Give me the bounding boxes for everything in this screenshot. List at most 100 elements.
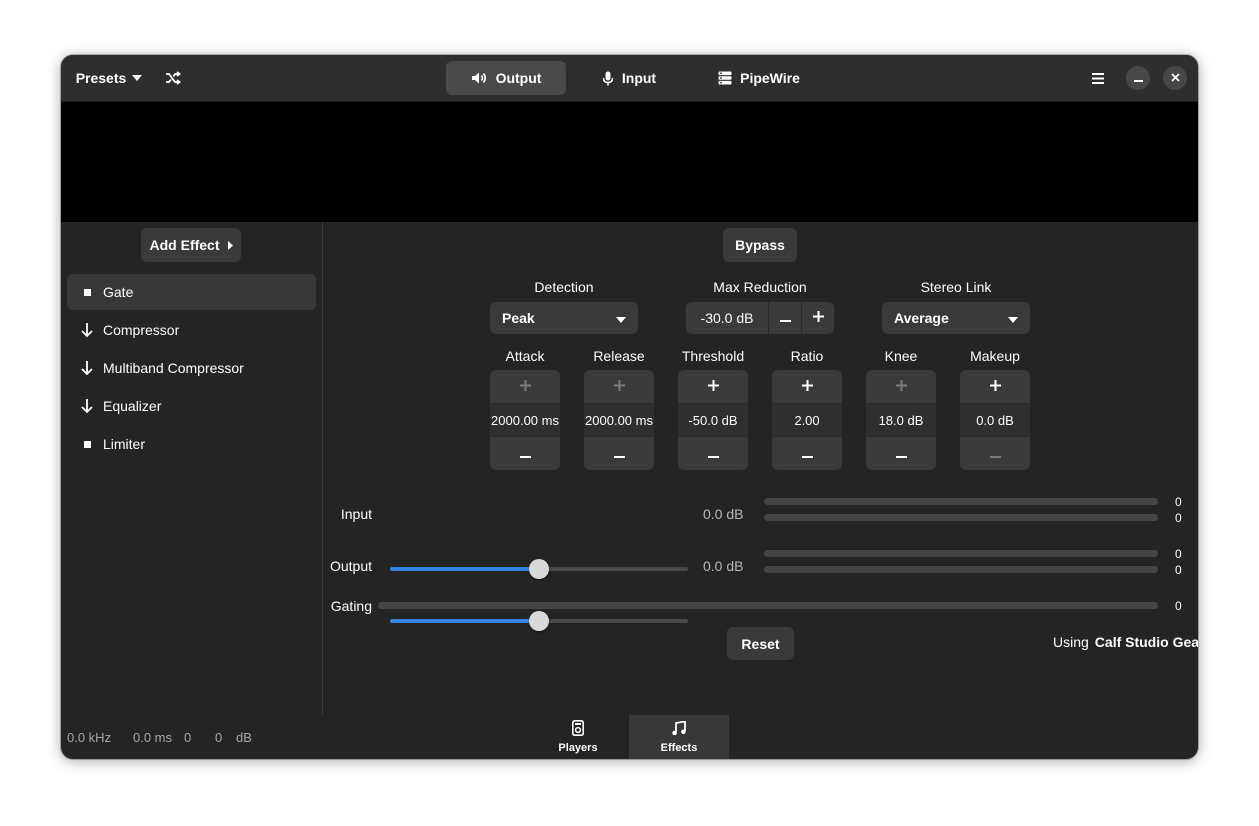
close-button[interactable] <box>1163 66 1187 90</box>
effect-item-label: Limiter <box>103 436 146 452</box>
effect-item-label: Multiband Compressor <box>103 360 244 376</box>
hamburger-icon <box>1092 72 1104 84</box>
knee-decrease-button[interactable] <box>866 437 936 470</box>
input-level-left-value: 0 <box>1175 495 1182 509</box>
max-reduction-value[interactable]: -30.0 dB <box>686 302 769 334</box>
status-value-1: 0 <box>184 730 192 745</box>
release-decrease-button[interactable] <box>584 437 654 470</box>
effect-item-equalizer[interactable]: Equalizer <box>67 388 316 424</box>
sample-rate-text: 0.0 kHz <box>67 730 112 745</box>
release-spinner: 2000.00 ms <box>584 370 654 470</box>
max-reduction-decrease-button[interactable] <box>769 302 802 334</box>
knee-value[interactable]: 18.0 dB <box>866 403 936 437</box>
header-bar: Presets Output Input PipeWire <box>61 55 1198 102</box>
stereo-link-dropdown[interactable]: Average <box>882 302 1030 334</box>
minimize-icon <box>1133 69 1143 87</box>
main-menu-button[interactable] <box>1081 61 1115 95</box>
threshold-value[interactable]: -50.0 dB <box>678 403 748 437</box>
minus-icon <box>801 445 813 463</box>
effect-item-compressor[interactable]: Compressor <box>67 312 316 348</box>
makeup-value[interactable]: 0.0 dB <box>960 403 1030 437</box>
ratio-value[interactable]: 2.00 <box>772 403 842 437</box>
tab-players-label: Players <box>558 742 598 754</box>
stereo-link-label: Stereo Link <box>920 279 992 295</box>
spectrum-display <box>61 102 1198 222</box>
release-value[interactable]: 2000.00 ms <box>584 403 654 437</box>
attack-spinner: 2000.00 ms <box>490 370 560 470</box>
reset-button[interactable]: Reset <box>727 627 794 660</box>
output-gain-slider-knob[interactable] <box>529 611 549 631</box>
add-effect-button[interactable]: Add Effect <box>141 228 241 262</box>
server-icon <box>718 71 732 85</box>
plus-icon <box>519 378 531 396</box>
output-level-right-value: 0 <box>1175 563 1182 577</box>
max-reduction-increase-button[interactable] <box>802 302 834 334</box>
speaker-icon <box>471 71 488 85</box>
makeup-increase-button[interactable] <box>960 370 1030 403</box>
attack-decrease-button[interactable] <box>490 437 560 470</box>
input-level-right-value: 0 <box>1175 511 1182 525</box>
chevron-right-icon <box>227 237 233 253</box>
input-gain-slider-fill <box>390 567 539 571</box>
plus-icon <box>801 378 813 396</box>
makeup-label: Makeup <box>970 348 1020 364</box>
knee-increase-button[interactable] <box>866 370 936 403</box>
attack-value[interactable]: 2000.00 ms <box>490 403 560 437</box>
gating-level-bar <box>378 602 1158 609</box>
chevron-down-icon <box>132 75 143 81</box>
minus-icon <box>707 445 719 463</box>
input-level-right-bar <box>764 514 1158 521</box>
square-icon <box>81 288 93 296</box>
tab-players[interactable]: Players <box>528 715 628 759</box>
output-gain-value: 0.0 dB <box>703 558 744 574</box>
makeup-decrease-button[interactable] <box>960 437 1030 470</box>
tab-pipewire-label: PipeWire <box>740 70 800 86</box>
effect-item-limiter[interactable]: Limiter <box>67 426 316 462</box>
minus-icon <box>519 445 531 463</box>
attack-increase-button[interactable] <box>490 370 560 403</box>
tab-pipewire[interactable]: PipeWire <box>695 61 823 95</box>
shuffle-icon <box>165 71 181 85</box>
plus-icon <box>989 378 1001 396</box>
tab-effects[interactable]: Effects <box>629 715 729 759</box>
ratio-decrease-button[interactable] <box>772 437 842 470</box>
arrow-down-icon <box>81 399 93 413</box>
input-gain-value: 0.0 dB <box>703 506 744 522</box>
minimize-button[interactable] <box>1126 66 1150 90</box>
input-gain-slider-knob[interactable] <box>529 559 549 579</box>
effect-item-gate[interactable]: Gate <box>67 274 316 310</box>
bypass-button[interactable]: Bypass <box>723 228 797 262</box>
effect-item-label: Equalizer <box>103 398 162 414</box>
minus-icon <box>989 445 1001 463</box>
stereo-link-value: Average <box>894 310 949 326</box>
ratio-increase-button[interactable] <box>772 370 842 403</box>
threshold-increase-button[interactable] <box>678 370 748 403</box>
output-level-right-bar <box>764 566 1158 573</box>
output-level-left-value: 0 <box>1175 547 1182 561</box>
plus-icon <box>895 378 907 396</box>
threshold-label: Threshold <box>681 348 745 364</box>
using-prefix: Using <box>1053 634 1089 650</box>
ratio-spinner: 2.00 <box>772 370 842 470</box>
release-increase-button[interactable] <box>584 370 654 403</box>
output-gain-slider-fill <box>390 619 539 623</box>
knee-label: Knee <box>884 348 918 364</box>
effect-item-multiband-compressor[interactable]: Multiband Compressor <box>67 350 316 386</box>
bypass-label: Bypass <box>735 237 785 253</box>
presets-button[interactable]: Presets <box>69 61 149 95</box>
plugin-vendor-name: Calf Studio Gear <box>1094 634 1198 650</box>
release-label: Release <box>593 348 645 364</box>
gating-level-value: 0 <box>1175 599 1182 613</box>
effect-item-label: Compressor <box>103 322 180 338</box>
shuffle-button[interactable] <box>153 61 193 95</box>
chevron-down-icon <box>616 310 626 326</box>
detection-dropdown[interactable]: Peak <box>490 302 638 334</box>
tab-output[interactable]: Output <box>446 61 566 95</box>
minus-icon <box>613 445 625 463</box>
tab-input[interactable]: Input <box>579 61 679 95</box>
max-reduction-spinner: -30.0 dB <box>686 302 834 334</box>
knee-spinner: 18.0 dB <box>866 370 936 470</box>
add-effect-label: Add Effect <box>149 237 220 253</box>
threshold-decrease-button[interactable] <box>678 437 748 470</box>
effects-sidebar: Add Effect Gate Compressor Multiband Com… <box>61 222 323 715</box>
